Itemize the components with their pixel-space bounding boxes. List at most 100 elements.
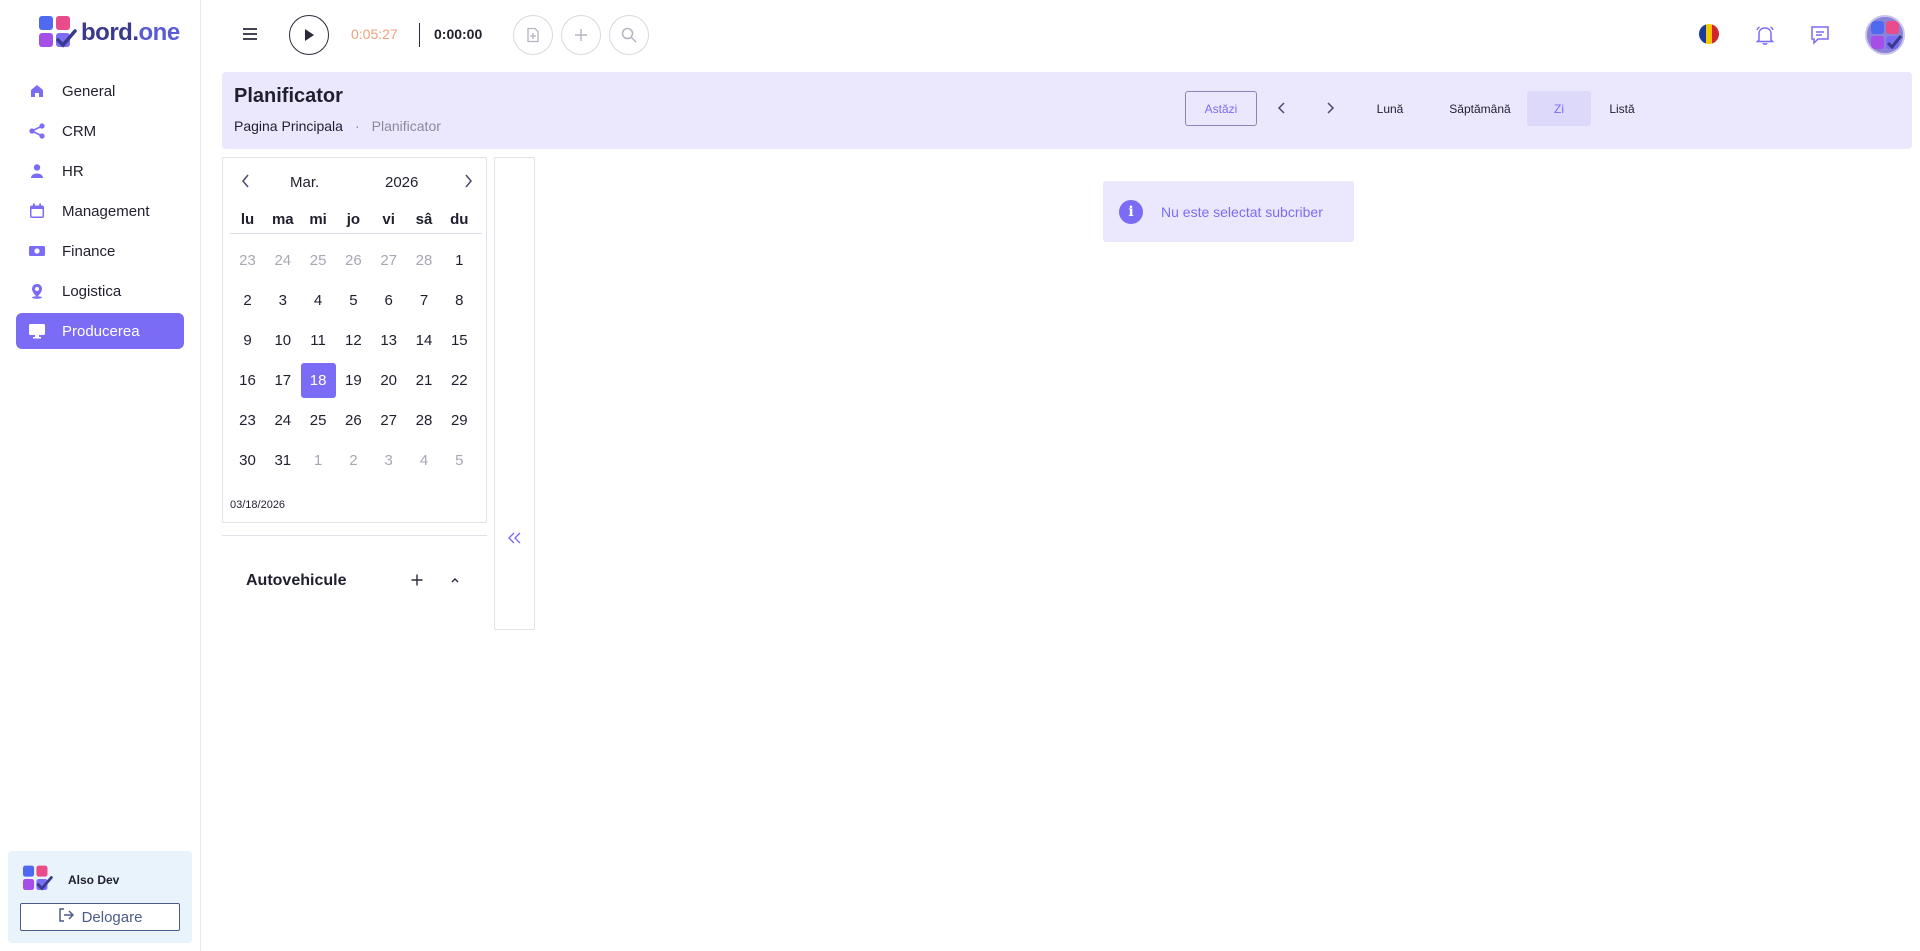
next-period-button[interactable]: [1321, 99, 1339, 117]
calendar-day[interactable]: 7: [406, 283, 441, 318]
calendar-day[interactable]: 27: [371, 403, 406, 438]
hamburger-menu-icon[interactable]: [241, 25, 259, 43]
collapse-vehicles-button[interactable]: [446, 571, 464, 589]
sidebar-item-label: Finance: [62, 242, 116, 260]
calendar-day[interactable]: 23: [230, 403, 265, 438]
weekday-label: mi: [309, 211, 327, 228]
chevron-right-icon: [465, 174, 472, 188]
play-timer-button[interactable]: [289, 15, 329, 55]
view-list-button[interactable]: Listă: [1597, 91, 1647, 126]
sidebar-item-general[interactable]: General: [16, 73, 184, 109]
sidebar-item-producerea[interactable]: Producerea: [16, 313, 184, 349]
calendar-day[interactable]: 11: [301, 323, 336, 358]
calendar-day[interactable]: 6: [371, 283, 406, 318]
add-document-button[interactable]: [513, 15, 553, 55]
calendar-day[interactable]: 14: [406, 323, 441, 358]
chevron-left-icon: [242, 174, 249, 188]
calendar-day[interactable]: 24: [265, 403, 300, 438]
calendar-week-row: 9 10 11 12 13 14 15: [230, 320, 482, 360]
messages-chat-icon[interactable]: [1809, 24, 1831, 46]
calendar-day[interactable]: 28: [406, 243, 441, 278]
plus-icon: [411, 574, 423, 586]
view-week-button[interactable]: Săptămână: [1440, 91, 1520, 126]
notifications-bell-icon[interactable]: [1754, 24, 1776, 46]
side-panel-strip: [494, 157, 535, 630]
calendar-day[interactable]: 25: [301, 403, 336, 438]
weekday-label: lu: [240, 211, 255, 228]
calendar-day-selected[interactable]: 18: [300, 362, 336, 398]
calendar-day[interactable]: 20: [371, 363, 406, 398]
calendar-day[interactable]: 25: [301, 243, 336, 278]
calendar-day[interactable]: 16: [230, 363, 265, 398]
search-button[interactable]: [609, 15, 649, 55]
logout-button[interactable]: Delogare: [20, 903, 180, 931]
calendar-day[interactable]: 15: [442, 323, 477, 358]
today-button[interactable]: Astăzi: [1185, 91, 1257, 126]
calendar-day[interactable]: 27: [371, 243, 406, 278]
location-icon: [28, 282, 46, 300]
breadcrumb-home-link[interactable]: Pagina Principala: [234, 118, 343, 134]
calendar-day[interactable]: 2: [230, 283, 265, 318]
sidebar-item-management[interactable]: Management: [16, 193, 184, 229]
selected-date-field[interactable]: 03/18/2026: [230, 499, 285, 511]
calendar-year-select[interactable]: 2026: [385, 174, 418, 191]
document-plus-icon: [527, 27, 539, 43]
calendar-week-row: 2345678: [230, 280, 482, 320]
calendar-day[interactable]: 2: [336, 443, 371, 478]
calendar-day[interactable]: 5: [442, 443, 477, 478]
calendar-day[interactable]: 30: [230, 443, 265, 478]
calendar-day[interactable]: 23: [230, 243, 265, 278]
sidebar-item-hr[interactable]: HR: [16, 153, 184, 189]
calendar-day[interactable]: 1: [301, 443, 336, 478]
sidebar: bord.one General CRM HR Management Finan…: [0, 0, 201, 951]
calendar-week-row: 16 17 18 19 20 21 22: [230, 360, 482, 400]
sidebar-item-finance[interactable]: Finance: [16, 233, 184, 269]
weekday-label: vi: [382, 211, 395, 228]
calendar-day[interactable]: 29: [442, 403, 477, 438]
view-day-button[interactable]: Zi: [1527, 91, 1591, 126]
calendar-day[interactable]: 21: [406, 363, 441, 398]
calendar-month-select[interactable]: Mar.: [290, 174, 319, 191]
money-icon: [28, 242, 46, 260]
view-month-button[interactable]: Lună: [1365, 91, 1415, 126]
sidebar-item-logistica[interactable]: Logistica: [16, 273, 184, 309]
calendar-prev-month-button[interactable]: [237, 172, 255, 190]
collapse-sidebar-double-chevron-icon[interactable]: [507, 530, 523, 546]
prev-period-button[interactable]: [1273, 99, 1291, 117]
calendar-day[interactable]: 9: [230, 323, 265, 358]
sidebar-item-crm[interactable]: CRM: [16, 113, 184, 149]
home-icon: [28, 82, 46, 100]
calendar-day[interactable]: 26: [336, 403, 371, 438]
calendar-day[interactable]: 4: [406, 443, 441, 478]
calendar-day[interactable]: 28: [406, 403, 441, 438]
person-icon: [28, 162, 46, 180]
timer-divider: [419, 23, 420, 47]
calendar-day[interactable]: 5: [336, 283, 371, 318]
calendar-day[interactable]: 13: [371, 323, 406, 358]
add-vehicle-button[interactable]: [408, 571, 426, 589]
profile-avatar[interactable]: [1865, 15, 1905, 55]
calendar-day[interactable]: 1: [442, 243, 477, 278]
calendar-day[interactable]: 10: [265, 323, 300, 358]
calendar-day[interactable]: 3: [371, 443, 406, 478]
calendar-day[interactable]: 19: [336, 363, 371, 398]
add-button[interactable]: [561, 15, 601, 55]
weekday-label: du: [450, 211, 469, 228]
calendar-next-month-button[interactable]: [459, 172, 477, 190]
calendar-day[interactable]: 3: [265, 283, 300, 318]
calendar-day[interactable]: 31: [265, 443, 300, 478]
top-bar: 0:05:27 0:00:00: [201, 0, 1920, 70]
calendar-day[interactable]: 8: [442, 283, 477, 318]
calendar-day[interactable]: 22: [442, 363, 477, 398]
mini-calendar: Mar. 2026 lu ma mi jo vi sâ du 23 24 25 26 2…: [222, 157, 487, 523]
sidebar-item-label: Management: [62, 202, 150, 220]
calendar-day[interactable]: 24: [265, 243, 300, 278]
logout-label: Delogare: [81, 908, 143, 926]
calendar-week-row: 30 31 1 2 3 4 5: [230, 440, 482, 480]
brand-logo[interactable]: bord.one: [39, 16, 180, 50]
calendar-day[interactable]: 12: [336, 323, 371, 358]
calendar-day[interactable]: 4: [301, 283, 336, 318]
language-flag-icon[interactable]: [1699, 24, 1719, 44]
calendar-day[interactable]: 26: [336, 243, 371, 278]
calendar-day[interactable]: 17: [265, 363, 300, 398]
